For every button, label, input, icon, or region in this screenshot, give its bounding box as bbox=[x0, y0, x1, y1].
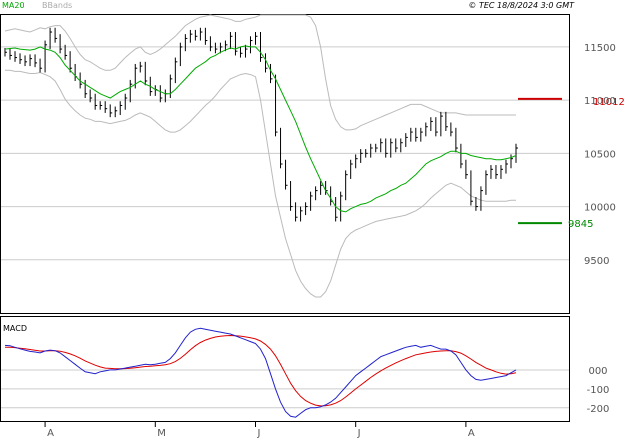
macd-tick-label: -200 bbox=[587, 404, 610, 415]
support-label: 9845 bbox=[568, 219, 593, 230]
macd-panel-frame bbox=[0, 316, 570, 422]
copyright-text: © TEC 18/8/2024 3:0 GMT bbox=[468, 1, 575, 10]
ma20-line bbox=[4, 45, 517, 213]
legend-bbands: BBands bbox=[42, 1, 72, 10]
price-axis: 11500 11000 10500 10000 9500 bbox=[584, 43, 616, 267]
month-label: A bbox=[468, 428, 475, 439]
month-label: A bbox=[47, 428, 54, 439]
price-tick-label: 9500 bbox=[584, 256, 609, 267]
price-tick-label: 10500 bbox=[584, 149, 616, 160]
macd-tick-label: -100 bbox=[587, 385, 610, 396]
macd-title: MACD bbox=[3, 324, 27, 333]
macd-line bbox=[4, 327, 517, 418]
grid-lines bbox=[1, 46, 569, 261]
price-tick-label: 11500 bbox=[584, 43, 616, 54]
macd-signal-line bbox=[5, 334, 517, 407]
time-axis: AMJJA bbox=[44, 421, 475, 439]
macd-tick-label: 000 bbox=[588, 366, 607, 377]
month-label: M bbox=[157, 428, 166, 439]
macd-grid bbox=[1, 369, 569, 409]
price-tick-label: 10000 bbox=[584, 203, 616, 214]
month-label: J bbox=[357, 428, 361, 439]
price-tick-label: 11000 bbox=[584, 96, 616, 107]
legend-ma20: MA20 bbox=[2, 1, 25, 10]
price-chart: 11012 9845 115001100010500100009500 MA20… bbox=[0, 1, 625, 439]
macd-axis: 000 -100 -200 bbox=[587, 366, 610, 415]
month-label: J bbox=[256, 428, 260, 439]
price-panel-frame bbox=[0, 14, 570, 314]
bollinger-lower-line bbox=[5, 69, 516, 298]
